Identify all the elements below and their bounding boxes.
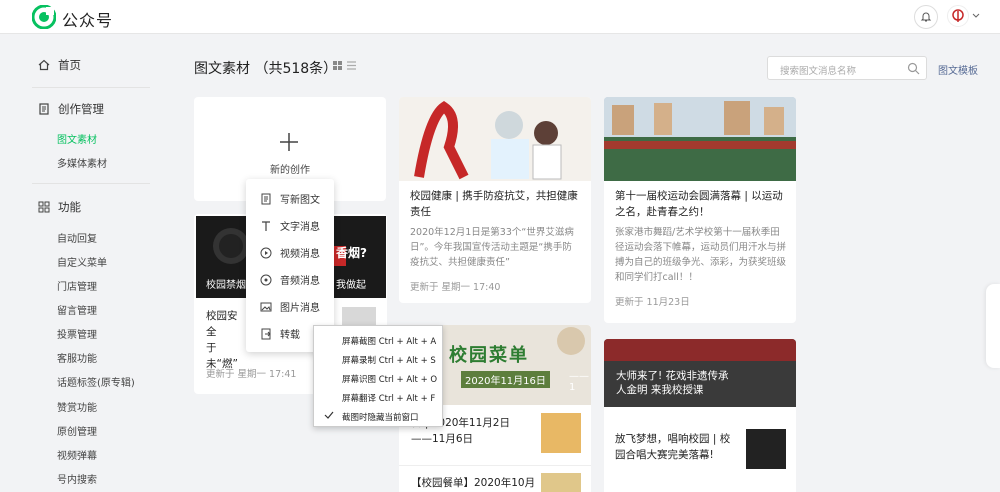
- ctx-item-screen-recognize[interactable]: 屏幕识图 Ctrl + Alt + O: [342, 373, 437, 385]
- view-toggle: [333, 61, 356, 70]
- brand-title: 公众号: [62, 11, 114, 30]
- cover-overlay-text: 大师来了! 花戏非遗传承 人金明 来我校授课: [616, 370, 729, 396]
- sidebar-feature-group[interactable]: 功能: [38, 199, 81, 215]
- grid-icon: [38, 201, 50, 213]
- image-icon: [260, 302, 272, 311]
- sidebar-creation-label: 创作管理: [58, 102, 104, 116]
- video-icon: [260, 247, 272, 258]
- ctx-item-screen-record[interactable]: 屏幕录制 Ctrl + Alt + S: [342, 354, 436, 366]
- menu-item-label: 写新图文: [280, 195, 320, 206]
- notification-bell-icon[interactable]: [914, 5, 938, 29]
- divider: [399, 465, 591, 466]
- menu-item-label: 文字消息: [280, 222, 320, 233]
- search-placeholder: 搜索图文消息名称: [780, 66, 857, 77]
- article-title-secondary[interactable]: 【校园餐单】2020年10月12: [411, 475, 541, 492]
- article-thumb: [541, 473, 581, 492]
- sidebar-feature-label: 功能: [58, 200, 81, 214]
- ctx-item-screenshot[interactable]: 屏幕截图 Ctrl + Alt + A: [342, 335, 436, 347]
- chevron-down-icon[interactable]: [972, 12, 980, 20]
- article-title[interactable]: 校园健康 | 携手防疫抗艾，共担健康责任: [410, 188, 582, 220]
- list-view-icon[interactable]: [347, 61, 356, 70]
- repost-icon: [261, 328, 271, 339]
- menu-item-repost[interactable]: 转载: [260, 326, 300, 341]
- divider: [32, 87, 150, 88]
- text-icon: [262, 220, 270, 231]
- sidebar-item-customer-service[interactable]: 客服功能: [57, 350, 97, 365]
- sidebar-item-store[interactable]: 门店管理: [57, 278, 97, 293]
- document-icon: [261, 193, 271, 204]
- wechat-logo-icon[interactable]: [32, 5, 56, 29]
- cover-text-smoke: 香烟?: [336, 246, 367, 260]
- sidebar-home-label: 首页: [58, 58, 81, 72]
- sidebar: 首页 创作管理 图文素材 多媒体素材 功能 自动回复 自定义菜单 门店管理 留言…: [0, 35, 160, 492]
- checkmark-icon: [324, 411, 334, 419]
- sidebar-item-custom-menu[interactable]: 自定义菜单: [57, 254, 107, 269]
- menu-item-text-message[interactable]: 文字消息: [260, 218, 320, 233]
- menu-item-label: 转载: [280, 330, 300, 341]
- search-input[interactable]: 搜索图文消息名称: [767, 56, 927, 80]
- top-bar: 公众号: [0, 0, 1000, 34]
- floating-side-tab[interactable]: [986, 284, 1000, 368]
- article-title[interactable]: 第十一届校运动会圆满落幕 | 以运动之名，赴青春之约！: [615, 188, 787, 220]
- document-icon: [39, 103, 49, 115]
- sidebar-item-vote[interactable]: 投票管理: [57, 326, 97, 341]
- article-description: 张家港市舞蹈/艺术学校第十一届秋季田径运动会落下帷幕，运动员们用汗水与拼搏为自己…: [615, 227, 787, 283]
- article-card-aids[interactable]: 校园健康 | 携手防疫抗艾，共担健康责任 2020年12月1日是第33个“世界艾…: [399, 97, 591, 303]
- menu-item-video-message[interactable]: 视频消息: [260, 245, 320, 260]
- menu-item-audio-message[interactable]: 音频消息: [260, 272, 320, 287]
- sidebar-creation-group[interactable]: 创作管理: [38, 101, 104, 117]
- sidebar-item-original[interactable]: 原创管理: [57, 423, 97, 438]
- article-updated-time: 更新于 星期一 17:41: [206, 369, 297, 380]
- account-avatar[interactable]: [947, 5, 969, 27]
- article-cover-image: 大师来了! 花戏非遗传承 人金明 来我校授课: [604, 339, 796, 407]
- sidebar-item-in-account-search[interactable]: 号内搜索: [57, 471, 97, 486]
- article-updated-time: 更新于 11月23日: [615, 297, 690, 308]
- divider: [32, 183, 150, 184]
- article-updated-time: 更新于 星期一 17:40: [410, 282, 501, 293]
- article-title[interactable]: 校园安全 于未“燃”: [206, 308, 246, 372]
- search-icon[interactable]: [907, 62, 920, 75]
- grid-view-icon[interactable]: [333, 61, 342, 70]
- article-cover-image: [399, 97, 591, 181]
- sidebar-item-topic-tags[interactable]: 话题标签(原专辑): [57, 374, 135, 389]
- article-description: 2020年12月1日是第33个“世界艾滋病日”。今年我国宣传活动主题是“携手防疫…: [410, 227, 574, 268]
- new-creation-label: 新的创作: [270, 165, 310, 176]
- cover-banner-dash: ——1: [569, 371, 589, 393]
- ctx-item-screen-translate[interactable]: 屏幕翻译 Ctrl + Alt + F: [342, 392, 435, 404]
- menu-item-label: 图片消息: [280, 303, 320, 314]
- sidebar-item-appreciation[interactable]: 赞赏功能: [57, 399, 97, 414]
- ctx-item-hide-window[interactable]: 截图时隐藏当前窗口: [342, 411, 419, 423]
- cover-text-campus: 校园禁烟: [206, 280, 246, 291]
- template-link[interactable]: 图文模板: [938, 62, 978, 77]
- menu-item-new-article[interactable]: 写新图文: [260, 191, 320, 206]
- page-title: 图文素材 （共518条）: [194, 61, 338, 77]
- sidebar-item-article-material[interactable]: 图文素材: [57, 131, 97, 146]
- sidebar-item-video-danmaku[interactable]: 视频弹幕: [57, 447, 97, 462]
- article-card-master[interactable]: 大师来了! 花戏非遗传承 人金明 来我校授课 放飞梦想，唱响校园 | 校园合唱大…: [604, 339, 796, 492]
- menu-item-image-message[interactable]: 图片消息: [260, 299, 320, 314]
- audio-icon: [260, 274, 272, 285]
- article-title[interactable]: 放飞梦想，唱响校园 | 校园合唱大赛完美落幕!: [615, 431, 740, 463]
- article-thumb: [746, 429, 786, 469]
- screenshot-context-menu: 屏幕截图 Ctrl + Alt + A 屏幕录制 Ctrl + Alt + S …: [313, 325, 443, 427]
- article-card-sports[interactable]: 第十一届校运动会圆满落幕 | 以运动之名，赴青春之约！ 张家港市舞蹈/艺术学校第…: [604, 97, 796, 323]
- sidebar-item-auto-reply[interactable]: 自动回复: [57, 230, 97, 245]
- sidebar-item-media-material[interactable]: 多媒体素材: [57, 155, 107, 170]
- article-cover-image: [604, 97, 796, 181]
- home-icon: [38, 59, 50, 71]
- sidebar-item-comments[interactable]: 留言管理: [57, 302, 97, 317]
- menu-item-label: 视频消息: [280, 249, 320, 260]
- plus-icon: [280, 133, 298, 151]
- cover-banner-date: 2020年11月16日: [461, 371, 550, 388]
- cover-banner: 校园菜单: [449, 345, 529, 366]
- sidebar-home[interactable]: 首页: [38, 57, 81, 73]
- cover-text-start: 我做起: [336, 280, 366, 291]
- article-thumb: [541, 413, 581, 453]
- menu-item-label: 音频消息: [280, 276, 320, 287]
